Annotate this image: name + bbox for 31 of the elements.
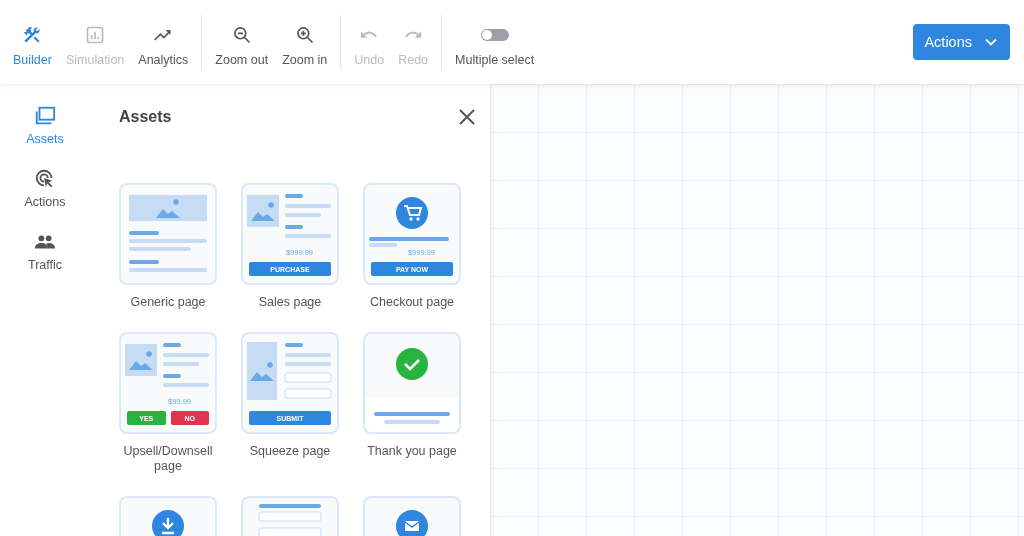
toggle-switch[interactable] <box>480 29 509 41</box>
mail-icon <box>396 510 428 536</box>
actions-dropdown-button[interactable]: Actions <box>913 24 1010 60</box>
windows-icon <box>34 105 56 127</box>
cart-icon <box>396 197 428 229</box>
redo-icon <box>404 30 423 40</box>
card-label: Sales page <box>258 295 322 310</box>
sidebar-tab[interactable]: Assets <box>20 104 70 147</box>
page-template-card[interactable] <box>119 183 217 285</box>
close-icon <box>458 108 476 126</box>
bar-chart-icon <box>85 25 106 45</box>
card-label: Squeeze page <box>249 444 331 459</box>
multiple-select-toggle[interactable]: Multiple select <box>448 25 542 67</box>
toolbar-button[interactable]: Zoom out <box>208 25 276 67</box>
card-label: Checkout page <box>369 295 455 310</box>
download-icon <box>152 510 184 536</box>
close-button[interactable] <box>458 108 476 126</box>
toolbar-button[interactable]: Analytics <box>131 25 196 67</box>
zoom-in-icon <box>294 25 315 45</box>
toolbar-button[interactable]: Builder <box>6 25 59 67</box>
card-label: Generic page <box>130 295 206 310</box>
card-label: Thank you page <box>367 444 457 459</box>
sidebar-tab[interactable]: Traffic <box>21 230 68 273</box>
panel-title: Assets <box>119 108 172 126</box>
page-template-card[interactable] <box>363 332 461 434</box>
undo-icon <box>360 30 379 40</box>
check-icon <box>396 348 428 380</box>
toolbar-button[interactable]: Zoom in <box>275 25 335 67</box>
sidebar-tab[interactable]: Actions <box>18 167 72 210</box>
zoom-out-icon <box>231 25 252 45</box>
card-label: Upsell/Downsell page <box>122 444 214 474</box>
